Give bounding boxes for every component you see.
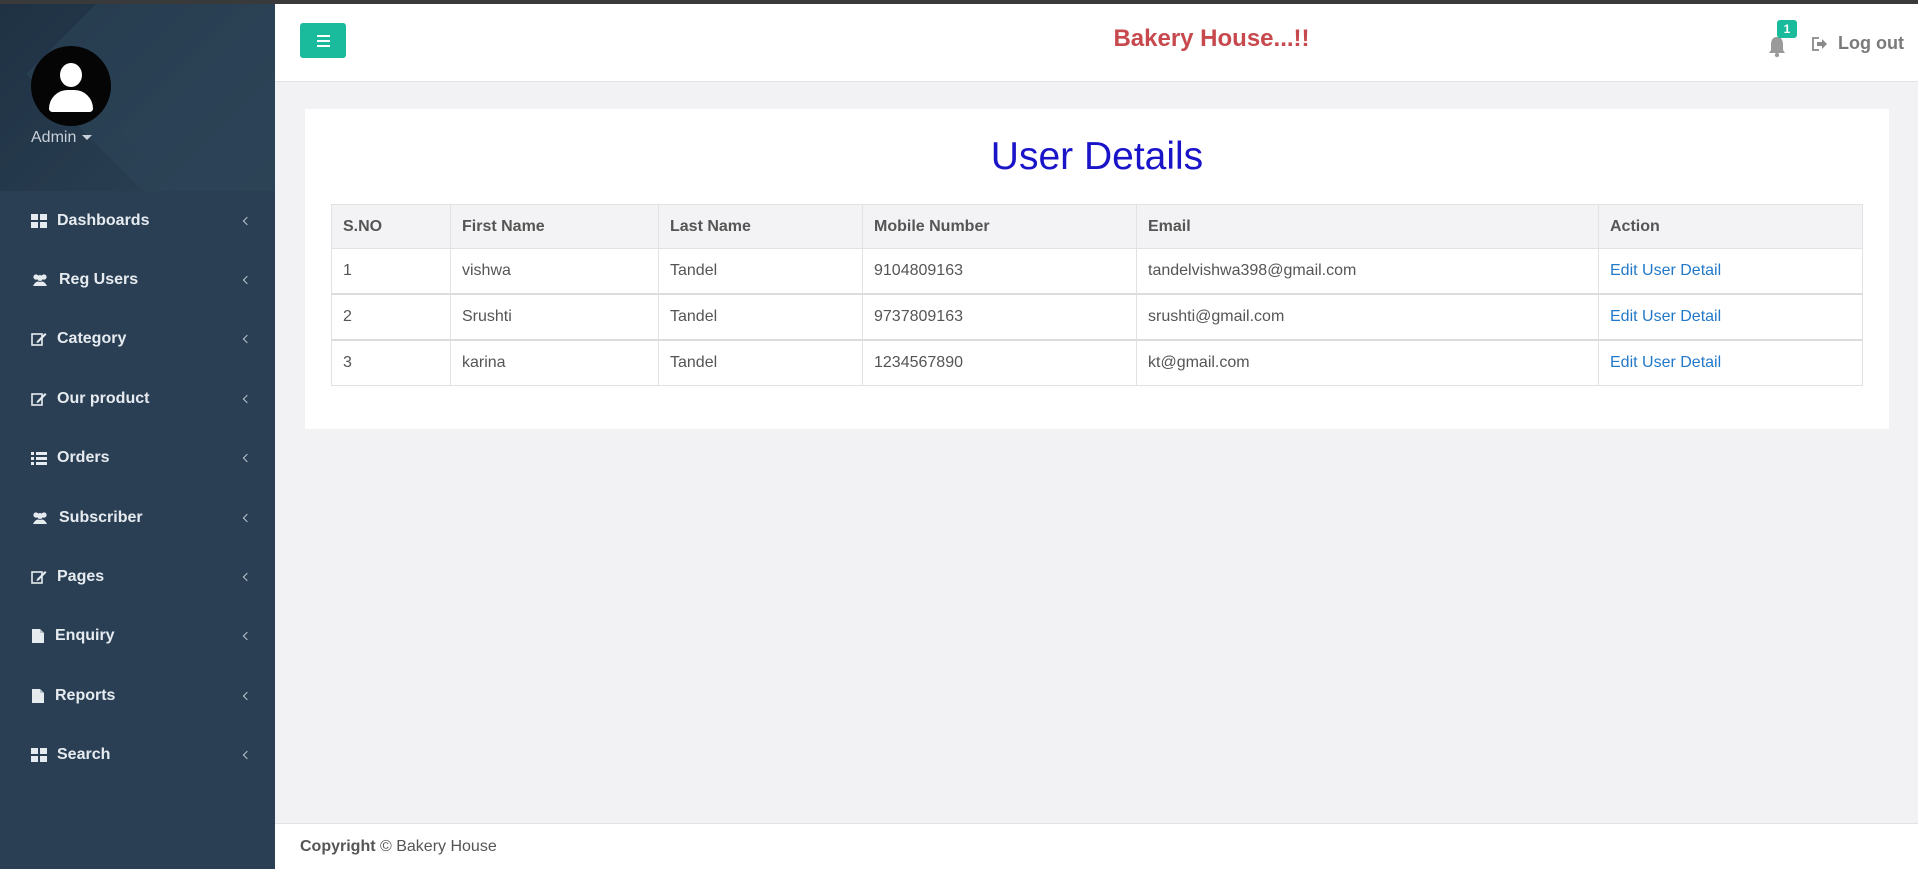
sidebar-item-search[interactable]: Search (0, 726, 275, 785)
column-header: Mobile Number (862, 204, 1137, 249)
sidebar: Admin Dashboards Reg Users Category Our … (0, 4, 275, 869)
edit-icon (31, 571, 47, 584)
cell-sno: 1 (331, 248, 451, 295)
footer: Copyright © Bakery House (275, 823, 1918, 869)
sidebar-item-subscriber[interactable]: Subscriber (0, 488, 275, 547)
column-header: Last Name (658, 204, 863, 249)
sidebar-item-label: Pages (57, 568, 105, 586)
cell-sno: 2 (331, 293, 451, 340)
cell-first-name: Srushti (450, 293, 659, 340)
sidebar-item-orders[interactable]: Orders (0, 429, 275, 488)
user-details-panel: User Details S.NO First Name Last Name M… (305, 109, 1889, 429)
cell-last-name: Tandel (658, 293, 863, 340)
brand-title: Bakery House...!! (1113, 25, 1310, 52)
sidebar-item-label: Our product (57, 389, 150, 407)
cell-last-name: Tandel (658, 248, 863, 295)
table-row: 3 karina Tandel 1234567890 kt@gmail.com … (331, 338, 1863, 386)
edit-icon (31, 333, 47, 347)
chevron-left-icon (242, 394, 252, 404)
user-table: S.NO First Name Last Name Mobile Number … (331, 204, 1863, 386)
cell-first-name: karina (450, 338, 659, 386)
sidebar-item-category[interactable]: Category (0, 310, 275, 369)
chevron-left-icon (242, 335, 252, 344)
column-header: Email (1136, 204, 1599, 249)
table-row: 2 Srushti Tandel 9737809163 srushti@gmai… (331, 293, 1863, 340)
cell-email: tandelvishwa398@gmail.com (1136, 248, 1599, 295)
sidebar-item-enquiry[interactable]: Enquiry (0, 607, 275, 666)
sidebar-item-our-product[interactable]: Our product (0, 369, 275, 428)
cell-sno: 3 (331, 338, 451, 386)
sidebar-item-label: Category (57, 330, 127, 348)
cell-mobile: 9737809163 (862, 293, 1137, 340)
chevron-left-icon (242, 454, 252, 463)
sidebar-item-label: Reports (55, 686, 116, 704)
cell-mobile: 9104809163 (862, 248, 1137, 295)
avatar[interactable] (31, 46, 111, 126)
table-row: 1 vishwa Tandel 9104809163 tandelvishwa3… (331, 248, 1863, 295)
edit-user-detail-link[interactable]: Edit User Detail (1598, 338, 1863, 386)
profile-section: Admin (0, 4, 275, 191)
file-icon (32, 629, 44, 644)
sidebar-item-label: Enquiry (55, 627, 115, 645)
chevron-left-icon (242, 216, 252, 225)
list-icon (31, 452, 47, 466)
dashboard-icon (31, 213, 47, 228)
sidebar-item-reports[interactable]: Reports (0, 666, 275, 725)
footer-copyright-text: © Bakery House (375, 838, 497, 855)
cell-email: kt@gmail.com (1136, 338, 1599, 386)
users-icon (33, 274, 47, 287)
edit-user-detail-link[interactable]: Edit User Detail (1598, 248, 1863, 295)
chevron-left-icon (242, 275, 252, 285)
sidebar-item-reg-users[interactable]: Reg Users (0, 250, 275, 309)
chevron-left-icon (242, 691, 252, 701)
notification-badge: 1 (1777, 20, 1797, 38)
users-icon (33, 512, 47, 524)
sidebar-item-label: Reg Users (59, 271, 139, 289)
cell-last-name: Tandel (658, 338, 863, 386)
edit-icon (31, 392, 47, 406)
chevron-left-icon (242, 572, 252, 582)
user-menu-toggle[interactable]: Admin (31, 129, 93, 147)
caret-down-icon (82, 135, 93, 141)
cell-first-name: vishwa (450, 248, 659, 295)
chevron-left-icon (242, 750, 252, 760)
logout-label: Log out (1838, 33, 1904, 53)
table-header-row: S.NO First Name Last Name Mobile Number … (331, 204, 1863, 249)
sidebar-menu: Dashboards Reg Users Category Our produc… (0, 191, 275, 785)
column-header: S.NO (331, 204, 451, 249)
edit-user-detail-link[interactable]: Edit User Detail (1598, 293, 1863, 340)
dashboard-icon (31, 748, 47, 763)
sidebar-item-label: Subscriber (59, 508, 143, 526)
sign-out-icon (1812, 36, 1827, 51)
cell-email: srushti@gmail.com (1136, 293, 1599, 340)
footer-copyright-label: Copyright (300, 838, 376, 855)
sidebar-item-pages[interactable]: Pages (0, 547, 275, 606)
file-icon (32, 688, 44, 703)
column-header: Action (1598, 204, 1863, 249)
user-name: Admin (31, 129, 77, 146)
sidebar-item-dashboards[interactable]: Dashboards (0, 191, 275, 250)
sidebar-item-label: Dashboards (57, 211, 150, 229)
top-navbar: Bakery House...!! 1 Log out (275, 4, 1918, 82)
sidebar-item-label: Search (57, 746, 111, 764)
logout-link[interactable]: Log out (1812, 33, 1904, 54)
chevron-left-icon (242, 632, 252, 641)
cell-mobile: 1234567890 (862, 338, 1137, 386)
page-title: User Details (990, 135, 1204, 178)
sidebar-item-label: Orders (57, 449, 110, 467)
chevron-left-icon (242, 513, 252, 522)
column-header: First Name (450, 204, 659, 249)
